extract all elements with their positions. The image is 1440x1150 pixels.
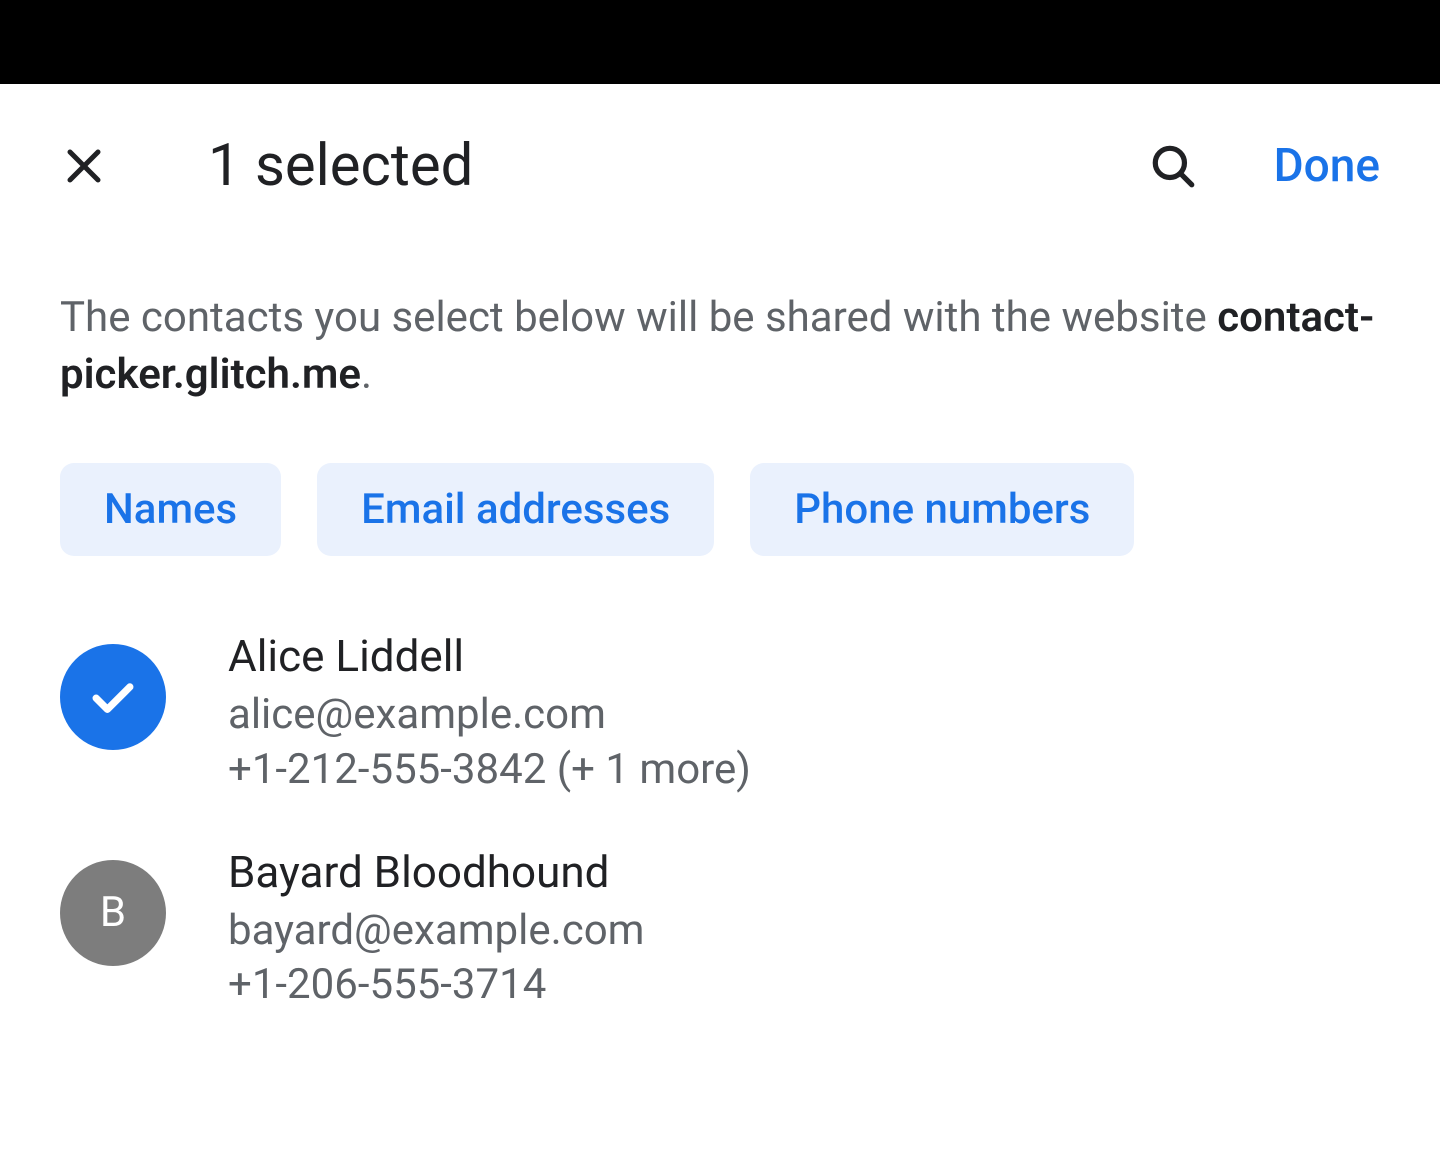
share-description: The contacts you select below will be sh… <box>60 230 1380 433</box>
chip-phone-numbers[interactable]: Phone numbers <box>750 463 1134 556</box>
contact-info: Bayard Bloodhound bayard@example.com +1-… <box>228 846 1380 1013</box>
contact-row[interactable]: Alice Liddell alice@example.com +1-212-5… <box>60 606 1380 821</box>
avatar-initial: B <box>100 888 126 937</box>
contact-row[interactable]: B Bayard Bloodhound bayard@example.com +… <box>60 822 1380 1037</box>
chip-email-addresses[interactable]: Email addresses <box>317 463 714 556</box>
content-area: 1 selected Done The contacts you select … <box>0 84 1440 1037</box>
search-button[interactable] <box>1148 141 1198 191</box>
contact-email: bayard@example.com <box>228 904 1380 959</box>
avatar-selected <box>60 644 166 750</box>
property-chips: Names Email addresses Phone numbers <box>60 433 1380 586</box>
close-button[interactable] <box>60 142 108 190</box>
contact-email: alice@example.com <box>228 688 1380 743</box>
contact-name: Alice Liddell <box>228 630 1380 682</box>
contact-phone: +1-212-555-3842 (+ 1 more) <box>228 743 1380 798</box>
page-title: 1 selected <box>208 132 1148 200</box>
contact-phone: +1-206-555-3714 <box>228 958 1380 1013</box>
search-icon <box>1148 141 1198 191</box>
description-suffix: . <box>361 350 372 399</box>
close-icon <box>60 142 108 190</box>
chip-names[interactable]: Names <box>60 463 281 556</box>
check-icon <box>86 670 140 724</box>
contact-name: Bayard Bloodhound <box>228 846 1380 898</box>
description-prefix: The contacts you select below will be sh… <box>60 293 1217 342</box>
top-black-bar <box>0 0 1440 84</box>
contacts-list: Alice Liddell alice@example.com +1-212-5… <box>60 586 1380 1036</box>
avatar-unselected: B <box>60 860 166 966</box>
header: 1 selected Done <box>60 84 1380 230</box>
contact-info: Alice Liddell alice@example.com +1-212-5… <box>228 630 1380 797</box>
done-button[interactable]: Done <box>1274 139 1380 193</box>
